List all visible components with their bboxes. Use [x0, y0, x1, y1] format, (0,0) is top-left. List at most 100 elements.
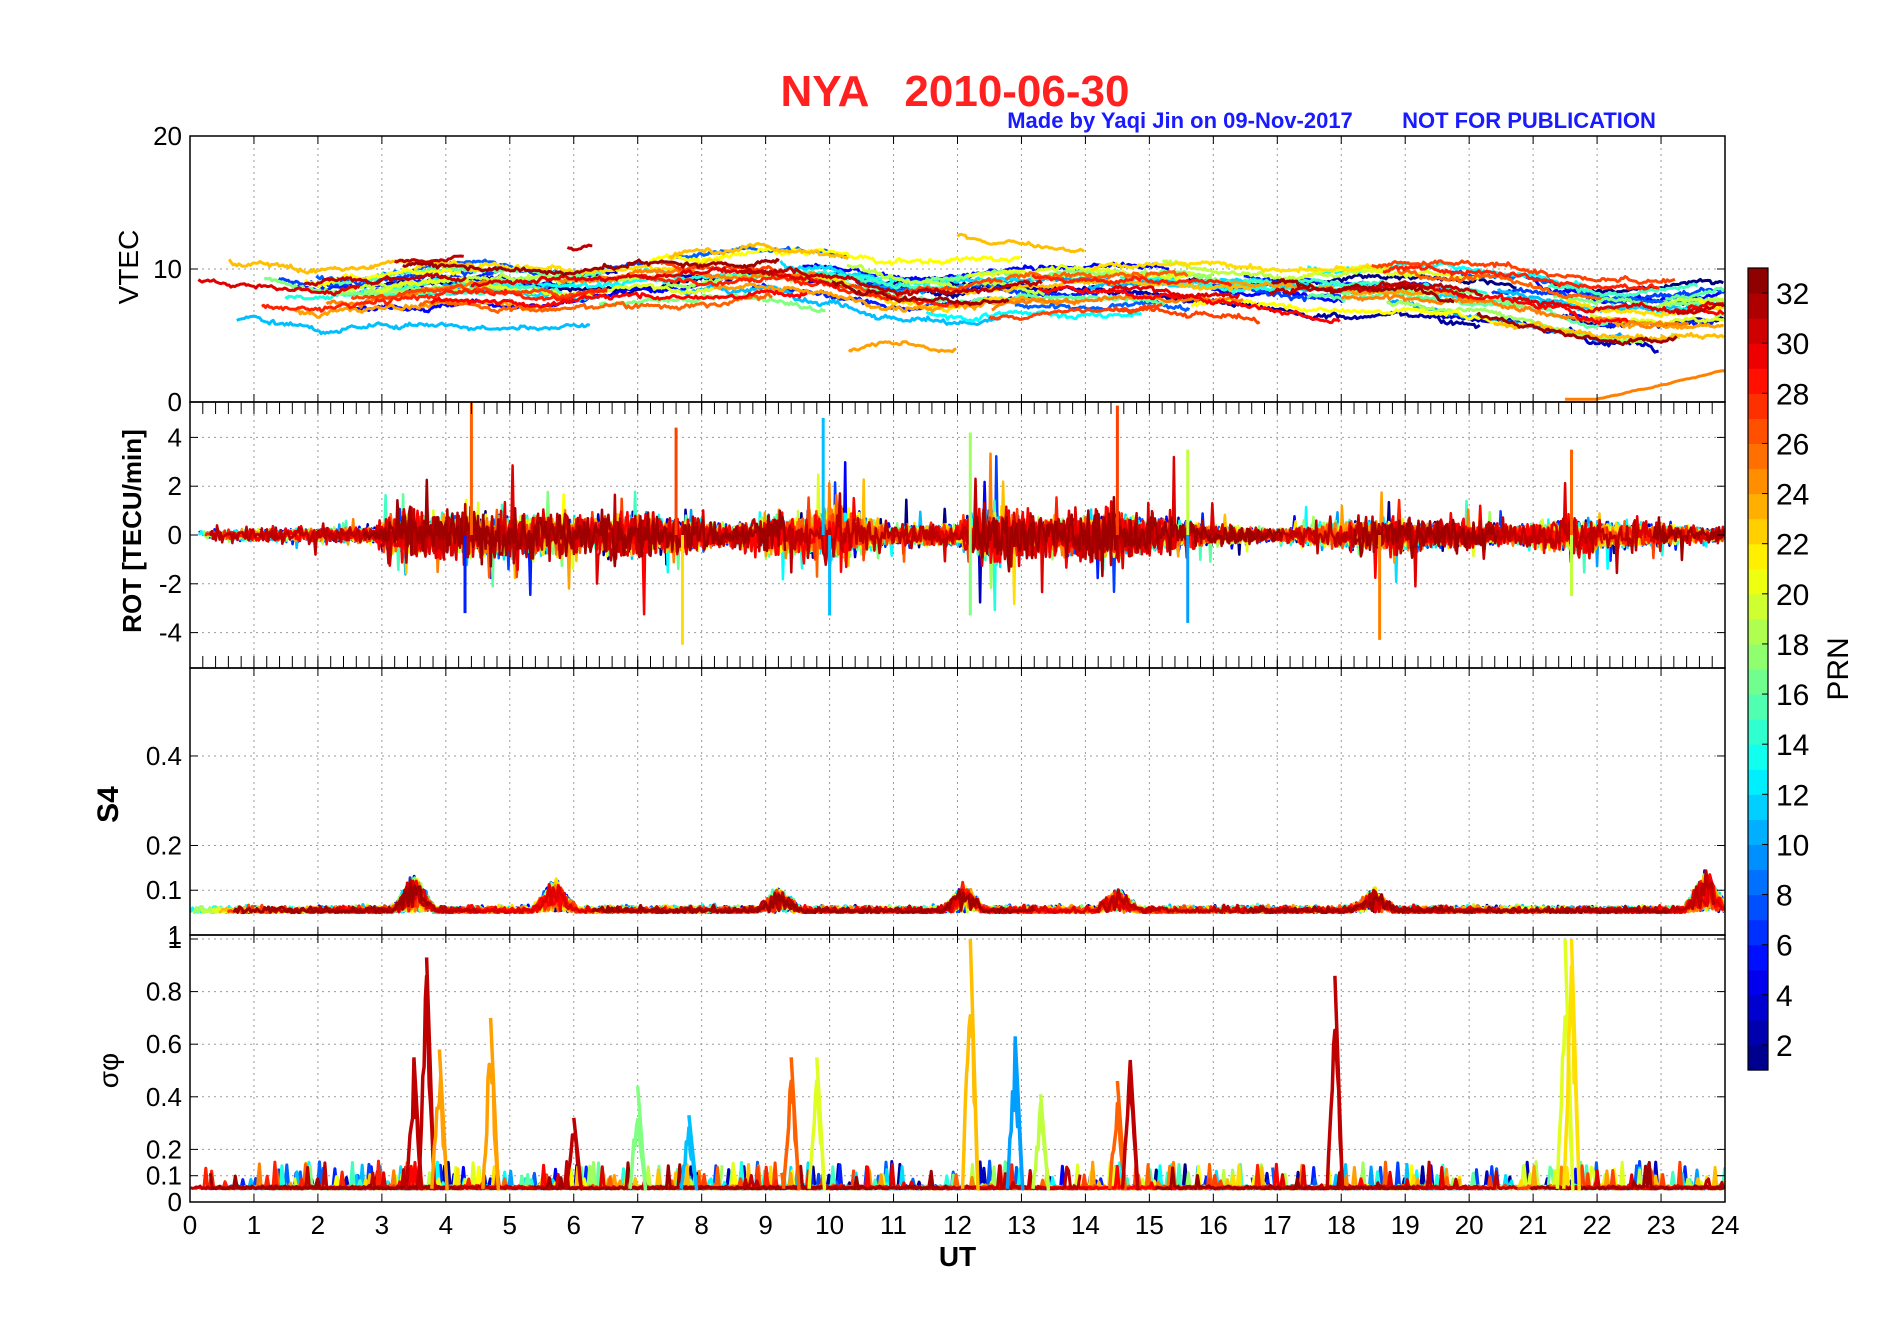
vtec-ytick-label: 20: [153, 121, 182, 151]
colorbar-cell: [1748, 618, 1768, 645]
sigma_phi-ytick-label: 0.4: [146, 1082, 182, 1112]
x-tick-label: 2: [311, 1210, 325, 1240]
x-tick-label: 9: [758, 1210, 772, 1240]
colorbar-cell: [1748, 844, 1768, 871]
x-tick-label: 22: [1583, 1210, 1612, 1240]
colorbar-tick-label: 20: [1776, 579, 1809, 612]
s4-ytick-label: 0.2: [146, 830, 182, 860]
colorbar-tick-label: 18: [1776, 629, 1809, 662]
colorbar-tick-label: 22: [1776, 529, 1809, 562]
colorbar-tick-label: 24: [1776, 479, 1809, 512]
x-tick-label: 6: [567, 1210, 581, 1240]
colorbar-cell: [1748, 418, 1768, 445]
s4-ytick-label: 0.4: [146, 741, 182, 771]
sigma_phi-ytick-label: 0: [168, 1187, 182, 1217]
rot-ytick-label: -4: [159, 618, 182, 648]
colorbar-tick-label: 14: [1776, 729, 1809, 762]
colorbar-tick-label: 32: [1776, 278, 1809, 311]
rot-ytick-label: 2: [168, 471, 182, 501]
x-tick-label: 3: [375, 1210, 389, 1240]
colorbar-cell: [1748, 919, 1768, 946]
colorbar-cell: [1748, 643, 1768, 670]
colorbar-cell: [1748, 744, 1768, 770]
x-tick-label: 24: [1711, 1210, 1740, 1240]
sigma_phi-ytick-label: 0.8: [146, 977, 182, 1007]
x-tick-label: 13: [1007, 1210, 1036, 1240]
colorbar-cell: [1748, 944, 1768, 971]
colorbar-cell: [1748, 1019, 1768, 1046]
colorbar-tick-label: 6: [1776, 930, 1793, 963]
sigma_phi-ytick-label: 1: [168, 924, 182, 954]
x-tick-label: 10: [815, 1210, 844, 1240]
colorbar-cell: [1748, 293, 1768, 319]
not-for-publication-text: NOT FOR PUBLICATION: [1402, 108, 1656, 133]
colorbar-tick-label: 28: [1776, 378, 1809, 411]
colorbar-cell: [1748, 1044, 1768, 1071]
x-tick-label: 11: [880, 1210, 907, 1240]
x-axis-label: UT: [939, 1241, 976, 1272]
x-tick-label: 18: [1327, 1210, 1356, 1240]
x-tick-label: 4: [439, 1210, 453, 1240]
vtec-ytick-label: 0: [168, 387, 182, 417]
colorbar-cell: [1748, 343, 1768, 369]
x-tick-label: 16: [1199, 1210, 1228, 1240]
sigma_phi-ytick-label: 0.6: [146, 1029, 182, 1059]
colorbar-cell: [1748, 368, 1768, 394]
rot-ylabel: ROT [TECU/min]: [117, 429, 147, 633]
colorbar-tick-label: 8: [1776, 880, 1793, 913]
colorbar-cell: [1748, 794, 1768, 820]
colorbar-cell: [1748, 894, 1768, 921]
x-tick-label: 23: [1647, 1210, 1676, 1240]
vtec-ytick-label: 10: [153, 254, 182, 284]
sigma_phi-ytick-label: 0.2: [146, 1134, 182, 1164]
x-tick-label: 21: [1519, 1210, 1548, 1240]
s4-ytick-label: 0.1: [146, 875, 182, 905]
colorbar-cell: [1748, 969, 1768, 996]
colorbar-cell: [1748, 318, 1768, 344]
ionospheric-scintillation-figure: NYA 2010-06-30 Made by Yaqi Jin on 09-No…: [0, 0, 1904, 1330]
x-tick-label: 0: [183, 1210, 197, 1240]
colorbar-tick-label: 4: [1776, 980, 1793, 1013]
colorbar-tick-label: 26: [1776, 428, 1809, 461]
colorbar-cell: [1748, 994, 1768, 1021]
x-tick-label: 8: [694, 1210, 708, 1240]
x-tick-label: 5: [503, 1210, 517, 1240]
colorbar-cell: [1748, 543, 1768, 570]
x-tick-label: 1: [247, 1210, 261, 1240]
x-tick-label: 15: [1135, 1210, 1164, 1240]
colorbar-cell: [1748, 568, 1768, 595]
colorbar-tick-label: 12: [1776, 779, 1809, 812]
rot-ytick-label: 0: [168, 520, 182, 550]
colorbar-cell: [1748, 869, 1768, 896]
colorbar-cell: [1748, 593, 1768, 620]
x-tick-label: 17: [1263, 1210, 1292, 1240]
colorbar-tick-label: 10: [1776, 829, 1809, 862]
colorbar-cell: [1748, 493, 1768, 520]
vtec-ylabel: VTEC: [113, 230, 144, 305]
colorbar-cell: [1748, 694, 1768, 720]
x-tick-label: 19: [1391, 1210, 1420, 1240]
s4-ylabel: S4: [92, 786, 125, 823]
x-tick-label: 12: [943, 1210, 972, 1240]
figure-background: [0, 0, 1904, 1330]
sigma-phi-ylabel: σφ: [93, 1053, 124, 1088]
colorbar-cell: [1748, 669, 1768, 695]
x-tick-label: 7: [630, 1210, 644, 1240]
colorbar-cell: [1748, 769, 1768, 795]
colorbar-cell: [1748, 443, 1768, 470]
rot-ytick-label: -2: [159, 569, 182, 599]
colorbar-cell: [1748, 819, 1768, 846]
colorbar-cell: [1748, 268, 1768, 294]
colorbar-tick-label: 16: [1776, 679, 1809, 712]
colorbar-cell: [1748, 468, 1768, 495]
x-tick-label: 14: [1071, 1210, 1100, 1240]
colorbar-tick-label: 2: [1776, 1030, 1793, 1063]
x-tick-label: 20: [1455, 1210, 1484, 1240]
colorbar-cell: [1748, 518, 1768, 545]
colorbar-tick-label: 30: [1776, 328, 1809, 361]
colorbar-label: PRN: [1822, 637, 1855, 700]
rot-ytick-label: 4: [168, 422, 182, 452]
colorbar-cell: [1748, 393, 1768, 419]
colorbar-cell: [1748, 719, 1768, 745]
sigma_phi-ytick-label: 0.1: [146, 1161, 182, 1191]
